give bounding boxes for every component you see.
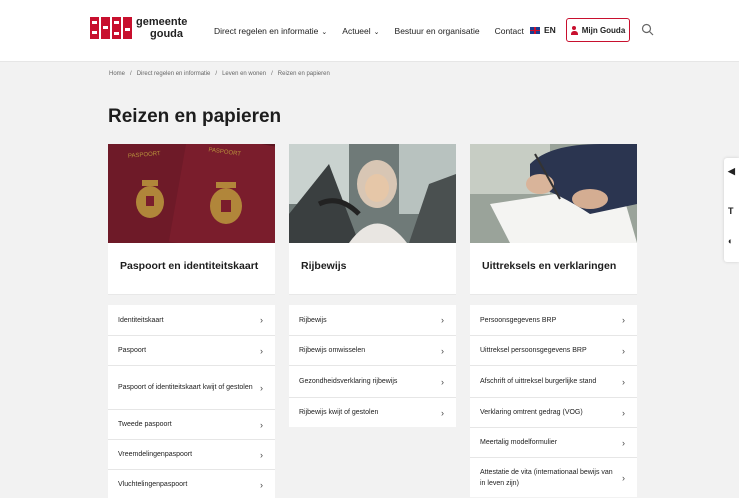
uk-flag-icon <box>530 26 540 34</box>
logo-text-line2: gouda <box>150 28 183 40</box>
breadcrumb-leven-en-wonen[interactable]: Leven en wonen <box>222 71 266 77</box>
chevron-down-icon: ⌄ <box>321 29 328 36</box>
link-label: Vluchtelingenpaspoort <box>118 481 188 488</box>
link-label: Tweede paspoort <box>118 421 172 428</box>
nav-direct-regelen[interactable]: Direct regelen en informatie ⌄ <box>214 26 327 36</box>
list-item[interactable]: Tweede paspoort › <box>108 409 275 439</box>
chevron-right-icon: › <box>622 437 625 448</box>
nav-label: Actueel <box>342 26 371 36</box>
mijn-gouda-label: Mijn Gouda <box>581 25 626 35</box>
link-label: Persoonsgegevens BRP <box>480 316 557 324</box>
chevron-right-icon: › <box>441 376 444 387</box>
list-item[interactable]: Paspoort › <box>108 335 275 365</box>
chevron-right-icon: › <box>622 376 625 387</box>
chevron-right-icon: › <box>441 407 444 418</box>
list-item[interactable]: Identiteitskaart › <box>108 305 275 335</box>
page-title: Reizen en papieren <box>108 106 282 127</box>
link-label: Rijbewijs omwisselen <box>299 347 366 354</box>
nav-label: Direct regelen en informatie <box>214 26 319 36</box>
breadcrumb-separator: / <box>215 71 218 77</box>
breadcrumb-home[interactable]: Home <box>109 71 125 77</box>
mijn-gouda-button[interactable]: Mijn Gouda <box>566 18 630 42</box>
card-title[interactable]: Uittreksels en verklaringen <box>470 243 637 295</box>
main-nav: Direct regelen en informatie ⌄ Actueel ⌄ B… <box>214 26 539 36</box>
link-label: Vreemdelingenpaspoort <box>118 451 193 458</box>
card-gap <box>470 295 637 305</box>
nav-label: Contact <box>494 26 524 36</box>
card-gap <box>289 295 456 305</box>
list-item[interactable]: Persoonsgegevens BRP › <box>470 305 637 335</box>
breadcrumb-direct-regelen[interactable]: Direct regelen en informatie <box>137 71 211 77</box>
card-title[interactable]: Rijbewijs <box>289 243 456 295</box>
nav-label: Bestuur en organisatie <box>394 26 480 36</box>
breadcrumb-separator: / <box>271 71 273 77</box>
chevron-right-icon: › <box>441 345 444 356</box>
chevron-right-icon: › <box>622 315 625 325</box>
nav-contact[interactable]: Contact <box>495 26 524 36</box>
list-item[interactable]: Rijbewijs › <box>289 305 456 335</box>
card-rijbewijs: Rijbewijs Rijbewijs › Rijbewijs omwissele… <box>289 144 456 427</box>
person-icon <box>570 25 578 35</box>
link-label: Meertalig modelformulier <box>480 439 558 446</box>
gouda-logo[interactable]: gemeente gouda <box>89 14 187 42</box>
link-label: Attestatie de vita (internationaal bewij… <box>480 468 613 487</box>
list-item[interactable]: Rijbewijs kwijt of gestolen › <box>289 397 456 427</box>
link-label: Rijbewijs kwijt of gestolen <box>299 409 379 416</box>
card-gap <box>108 295 275 305</box>
language-label: EN <box>544 25 556 35</box>
passports-photo: PASPOORT PASPOORT <box>108 144 275 243</box>
gouda-coat-of-arms-icon <box>89 14 133 42</box>
card-uittreksels: Uittreksels en verklaringen Persoonsgege… <box>470 144 637 497</box>
breadcrumb-separator: / <box>130 71 132 77</box>
link-list: Rijbewijs › Rijbewijs omwisselen › Gezondh… <box>289 305 456 427</box>
link-label: Verklaring omtrent gedrag (VOG) <box>480 409 583 416</box>
signing-document-photo <box>470 144 637 243</box>
card-paspoort: PASPOORT PASPOORT Paspoort en identiteit… <box>108 144 275 498</box>
chevron-right-icon: › <box>622 345 625 356</box>
breadcrumb-current: Reizen en papieren <box>277 71 330 77</box>
card-title[interactable]: Paspoort en identiteitskaart <box>108 243 275 295</box>
chevron-right-icon: › <box>260 449 263 460</box>
list-item[interactable]: Meertalig modelformulier › <box>470 427 637 457</box>
logo-text-line1: gemeente <box>136 16 188 28</box>
link-label: Afschrift of uittreksel burgerlijke stan… <box>480 378 597 385</box>
read-aloud-icon[interactable]: ◀ <box>728 166 735 177</box>
list-item[interactable]: Rijbewijs omwisselen › <box>289 335 456 365</box>
list-item[interactable]: Attestatie de vita (internationaal bewij… <box>470 457 637 497</box>
accessibility-widget: ◀ T ◐ <box>724 158 739 262</box>
list-item[interactable]: Afschrift of uittreksel burgerlijke stan… <box>470 365 637 397</box>
link-list: Identiteitskaart › Paspoort › Paspoort of … <box>108 305 275 498</box>
chevron-right-icon: › <box>260 479 263 490</box>
chevron-right-icon: › <box>260 315 263 325</box>
chevron-down-icon: ⌄ <box>373 29 380 36</box>
chevron-right-icon: › <box>260 419 263 430</box>
list-item[interactable]: Vluchtelingenpaspoort › <box>108 469 275 498</box>
link-label: Paspoort <box>118 347 147 354</box>
link-label: Gezondheidsverklaring rijbewijs <box>299 378 398 385</box>
chevron-right-icon: › <box>260 382 263 393</box>
link-label: Paspoort of identiteitskaart kwijt of ge… <box>118 384 253 391</box>
nav-actueel[interactable]: Actueel ⌄ <box>342 26 379 36</box>
list-item[interactable]: Paspoort of identiteitskaart kwijt of ge… <box>108 365 275 409</box>
link-label: Identiteitskaart <box>118 316 164 324</box>
list-item[interactable]: Verklaring omtrent gedrag (VOG) › <box>470 397 637 427</box>
chevron-right-icon: › <box>622 407 625 418</box>
link-label: Rijbewijs <box>299 316 327 324</box>
link-list: Persoonsgegevens BRP › Uittreksel persoon… <box>470 305 637 497</box>
list-item[interactable]: Gezondheidsverklaring rijbewijs › <box>289 365 456 397</box>
chevron-right-icon: › <box>441 315 444 325</box>
language-switch[interactable]: EN <box>530 25 556 35</box>
site-header: gemeente gouda Direct regelen en informa… <box>0 0 739 62</box>
link-label: Uittreksel persoonsgegevens BRP <box>480 347 587 354</box>
search-icon[interactable] <box>641 23 654 36</box>
chevron-right-icon: › <box>622 472 625 483</box>
driver-in-car-photo <box>289 144 456 243</box>
nav-bestuur[interactable]: Bestuur en organisatie <box>395 26 480 36</box>
list-item[interactable]: Uittreksel persoonsgegevens BRP › <box>470 335 637 365</box>
text-size-icon[interactable]: T <box>728 206 734 216</box>
chevron-right-icon: › <box>260 345 263 356</box>
contrast-icon[interactable]: ◐ <box>728 236 733 246</box>
breadcrumb: Home / Direct regelen en informatie / Leven … <box>109 71 335 77</box>
list-item[interactable]: Vreemdelingenpaspoort › <box>108 439 275 469</box>
